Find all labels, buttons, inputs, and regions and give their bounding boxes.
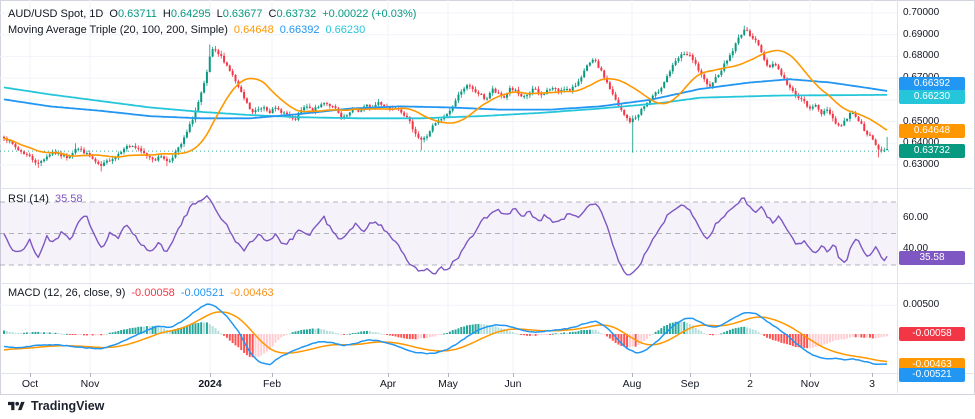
change-value: +0.00022 (+0.03%) (322, 8, 416, 20)
panel-separator[interactable] (0, 283, 973, 284)
macd-badge: -0.00058 (899, 327, 965, 341)
rsi-title: RSI (14) (8, 193, 49, 205)
ma100-value: 0.66392 (280, 24, 320, 36)
tradingview-chart: AUD/USD Spot, 1D O0.63711 H0.64295 L0.63… (0, 0, 975, 419)
price-tick-label: 0.69000 (903, 29, 939, 41)
price-tick-label: 0.70000 (903, 7, 939, 19)
ohlc-close: C0.63732 (269, 8, 317, 20)
time-label: Feb (263, 377, 281, 391)
price-badge: 0.64648 (899, 124, 965, 138)
tradingview-logo-text: TradingView (31, 399, 104, 413)
time-label: 2024 (198, 377, 221, 391)
price-scale-separator (897, 0, 898, 393)
tradingview-logo-icon (8, 400, 25, 413)
ohlc-open: O0.63711 (109, 8, 157, 20)
macd-title: MACD (12, 26, close, 9) (8, 287, 125, 299)
rsi-panel-canvas[interactable] (0, 188, 897, 283)
time-label: Oct (22, 377, 38, 391)
ma20-value: 0.64648 (234, 24, 274, 36)
price-tick-label: 0.63000 (903, 159, 939, 171)
macd-legend[interactable]: MACD (12, 26, close, 9) -0.00058 -0.0052… (8, 287, 274, 299)
ma-title: Moving Average Triple (20, 100, 200, Sim… (8, 24, 228, 36)
macd-tick-label: 0.00500 (903, 299, 939, 311)
tradingview-attribution[interactable]: TradingView (8, 399, 104, 413)
time-label: 2 (747, 377, 753, 391)
time-label: Nov (81, 377, 100, 391)
macd-badge: -0.00521 (899, 368, 965, 382)
ma200-value: 0.66230 (325, 24, 365, 36)
symbol-legend[interactable]: AUD/USD Spot, 1D O0.63711 H0.64295 L0.63… (8, 8, 416, 20)
time-label: Jun (505, 377, 522, 391)
price-badge: 0.63732 (899, 144, 965, 158)
rsi-value: 35.58 (55, 193, 83, 205)
ohlc-high: H0.64295 (163, 8, 211, 20)
macd-signal-value: -0.00463 (230, 287, 273, 299)
time-label: Nov (801, 377, 820, 391)
time-label: 3 (869, 377, 875, 391)
rsi-legend[interactable]: RSI (14) 35.58 (8, 193, 83, 205)
macd-line-value: -0.00521 (181, 287, 224, 299)
macd-hist-value: -0.00058 (131, 287, 174, 299)
ohlc-low: L0.63677 (217, 8, 263, 20)
panel-separator[interactable] (0, 188, 973, 189)
price-badge: 0.66230 (899, 90, 965, 104)
rsi-tick-label: 60.00 (903, 212, 928, 224)
rsi-badge: 35.58 (899, 251, 965, 265)
time-label: Sep (681, 377, 700, 391)
ma-legend[interactable]: Moving Average Triple (20, 100, 200, Sim… (8, 24, 365, 36)
price-tick-label: 0.68000 (903, 50, 939, 62)
symbol-title: AUD/USD Spot, 1D (8, 8, 103, 20)
panel-separator (0, 373, 973, 374)
time-label: Aug (623, 377, 642, 391)
time-label: May (438, 377, 458, 391)
time-label: Apr (380, 377, 396, 391)
